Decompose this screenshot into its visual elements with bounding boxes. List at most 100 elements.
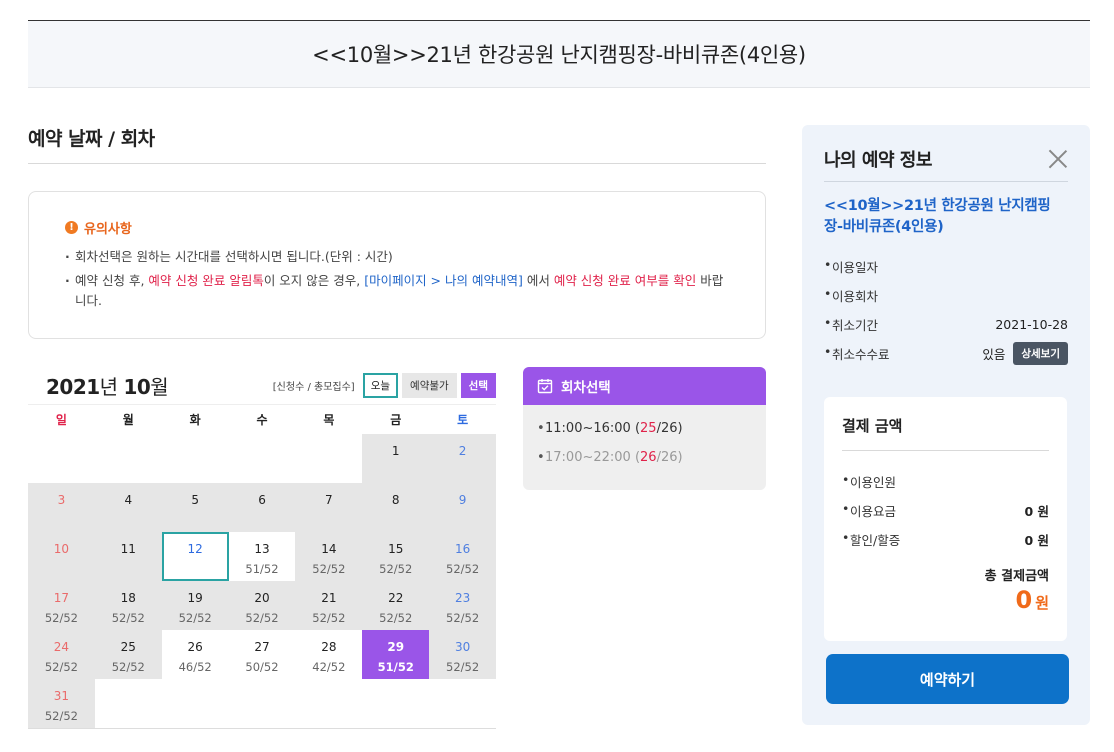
payment-row-discount: 할인/할증 0 원	[842, 525, 1049, 554]
day-of-week-label: 일	[55, 413, 67, 427]
day-of-week-label: 금	[390, 413, 402, 427]
day-booking-count: 52/52	[312, 611, 346, 625]
day-booking-count: 51/52	[377, 660, 414, 674]
mypage-link[interactable]: [마이페이지 > 나의 예약내역]	[364, 273, 523, 288]
total-amount-unit: 원	[1035, 594, 1049, 612]
notice-highlight: 예약 신청 완료 여부를 확인	[553, 273, 697, 288]
notice-text: 에서	[522, 273, 554, 288]
day-number: 18	[120, 591, 136, 605]
day-number: 1	[391, 444, 400, 458]
day-number: 22	[388, 591, 404, 605]
day-booking-count: 52/52	[446, 611, 480, 625]
calendar-check-icon	[537, 379, 553, 394]
calendar-day-29[interactable]: 29 51/52	[362, 630, 430, 679]
calendar-day-21[interactable]: 21 52/52	[295, 581, 363, 630]
session-option-2[interactable]: 17:00~22:00 (26/26)	[537, 448, 766, 468]
calendar-day-18[interactable]: 18 52/52	[94, 581, 162, 630]
calendar-day-7[interactable]: 7	[295, 483, 363, 532]
calendar-week-row: 10 11 12 13 51/52 14 52/52 15 52/52 16 52/52	[28, 532, 497, 581]
day-booking-count: 46/52	[178, 660, 212, 674]
day-booking-count: 52/52	[379, 562, 413, 576]
day-number: 17	[53, 591, 70, 605]
section-title: 예약 날짜 / 회차	[28, 128, 155, 150]
calendar-day-2[interactable]: 2	[429, 434, 497, 483]
calendar-day-26[interactable]: 26 46/52	[161, 630, 229, 679]
day-number: 19	[187, 591, 203, 605]
total-label: 총 결제금액	[984, 569, 1049, 584]
detail-button[interactable]: 상세보기	[1013, 342, 1068, 365]
calendar-day-27[interactable]: 27 50/52	[228, 630, 296, 679]
calendar-week-row: 31 52/52	[28, 679, 496, 728]
session-select-box: 회차선택 11:00~16:00 (25/26) 17:00~22:00 (26…	[523, 367, 766, 490]
reserve-button[interactable]: 예약하기	[826, 654, 1069, 704]
calendar-empty-cell	[28, 434, 95, 483]
panel-title: 나의 예약 정보	[824, 150, 932, 171]
day-number: 28	[321, 640, 337, 654]
calendar-day-12[interactable]: 12	[161, 532, 229, 581]
day-number: 23	[454, 591, 471, 605]
day-booking-count: 52/52	[111, 611, 145, 625]
info-row-use-session: 이용회차	[824, 281, 1068, 310]
session-applied-count: 25	[640, 421, 657, 436]
day-number: 10	[53, 542, 70, 556]
info-row-cancel-fee: 취소수수료 있음 상세보기	[824, 339, 1068, 368]
notice-box: ! 유의사항 회차선택은 원하는 시간대를 선택하시면 됩니다.(단위 : 시간…	[28, 191, 766, 339]
calendar-day-23[interactable]: 23 52/52	[429, 581, 497, 630]
calendar-day-16[interactable]: 16 52/52	[429, 532, 497, 581]
session-heading: 회차선택	[561, 380, 611, 396]
close-icon[interactable]	[1048, 149, 1068, 169]
panel-header: 나의 예약 정보	[824, 125, 1068, 182]
day-booking-count: 52/52	[44, 660, 78, 674]
calendar-day-13[interactable]: 13 51/52	[228, 532, 296, 581]
day-number: 7	[325, 493, 333, 507]
calendar-day-30[interactable]: 30 52/52	[429, 630, 497, 679]
calendar-day-6[interactable]: 6	[228, 483, 296, 532]
calendar-day-22[interactable]: 22 52/52	[362, 581, 430, 630]
payment-value: 0 원	[1024, 504, 1049, 519]
day-number: 5	[191, 493, 199, 507]
calendar-day-17[interactable]: 17 52/52	[28, 581, 95, 630]
my-reservation-panel: 나의 예약 정보 <<10월>>21년 한강공원 난지캠핑장-바비큐존(4인용)…	[802, 125, 1090, 725]
info-value: 있음 상세보기	[982, 342, 1068, 365]
calendar-day-20[interactable]: 20 52/52	[228, 581, 296, 630]
calendar-day-19[interactable]: 19 52/52	[161, 581, 229, 630]
calendar-day-4[interactable]: 4	[94, 483, 162, 532]
calendar-year: 2021	[46, 374, 100, 399]
calendar-day-28[interactable]: 28 42/52	[295, 630, 363, 679]
payment-heading: 결제 금액	[842, 397, 1049, 451]
calendar-day-14[interactable]: 14 52/52	[295, 532, 363, 581]
day-number: 12	[187, 542, 203, 556]
calendar-day-24[interactable]: 24 52/52	[28, 630, 95, 679]
session-total: /26)	[656, 450, 683, 465]
day-of-week-label: 목	[323, 413, 335, 427]
legend-selected: 선택	[460, 372, 496, 398]
year-suffix: 년	[99, 374, 124, 399]
calendar-weeks: 1 2 3 4 5 6 7 8 9 10 11 12 13 51/52 14 52/52 15 52/52 16 52…	[28, 434, 497, 728]
calendar-day-3[interactable]: 3	[28, 483, 95, 532]
calendar-day-11[interactable]: 11	[94, 532, 162, 581]
calendar-day-25[interactable]: 25 52/52	[94, 630, 162, 679]
calendar-header: 2021년 10월 [신청수 / 총모집수] 오늘 예약불가 선택	[28, 366, 496, 404]
calendar-day-5[interactable]: 5	[161, 483, 229, 532]
info-row-cancel-period: 취소기간 2021-10-28	[824, 310, 1068, 339]
calendar-day-1[interactable]: 1	[362, 434, 430, 483]
session-applied-count: 26	[640, 450, 657, 465]
calendar-day-9[interactable]: 9	[429, 483, 497, 532]
calendar-day-31[interactable]: 31 52/52	[28, 679, 95, 728]
payment-value: 0 원	[1024, 533, 1049, 548]
payment-list: 이용인원 이용요금 0 원 할인/할증 0 원	[842, 467, 1049, 554]
day-number: 26	[187, 640, 203, 654]
info-label: 이용회차	[824, 286, 878, 305]
payment-label: 이용인원	[842, 472, 896, 491]
calendar-day-15[interactable]: 15 52/52	[362, 532, 430, 581]
calendar-empty-cell	[162, 679, 229, 728]
calendar-day-10[interactable]: 10	[28, 532, 95, 581]
calendar-day-8[interactable]: 8	[362, 483, 430, 532]
session-option-1[interactable]: 11:00~16:00 (25/26)	[537, 419, 766, 439]
month-suffix: 월	[150, 374, 169, 399]
info-label: 취소수수료	[824, 344, 890, 363]
calendar-empty-cell	[95, 434, 162, 483]
payment-label: 이용요금	[842, 501, 896, 520]
calendar-bottom-rule	[28, 728, 496, 729]
day-number: 24	[53, 640, 70, 654]
